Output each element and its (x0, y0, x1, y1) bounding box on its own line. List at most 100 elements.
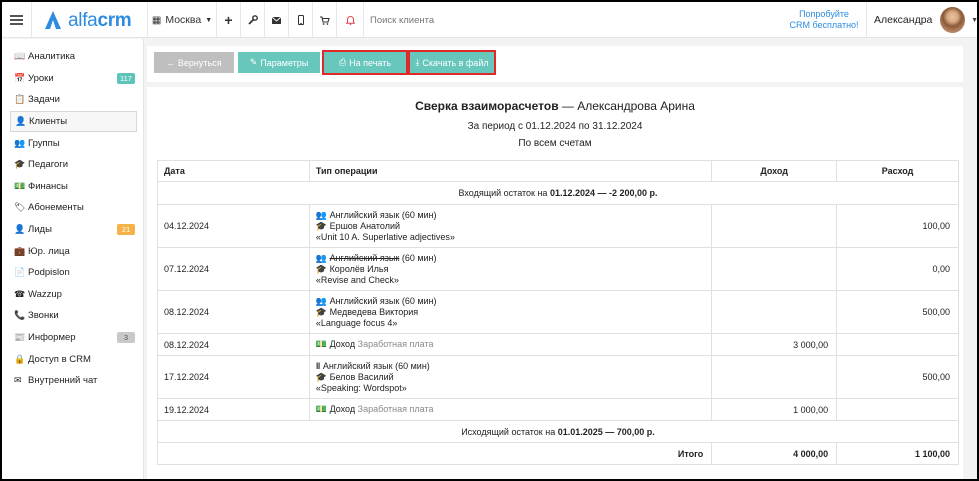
row-operation: ‖ Английский язык (60 мин) 🎓 Белов Васил… (308, 355, 713, 399)
lesson-topic: «Revise and Check» (315, 274, 399, 285)
top-bar: alfacrm ▦ Москва ▼ + Поиск клиента Попро… (2, 2, 977, 38)
sidebar-item-legal-entities[interactable]: 💼 Юр. лица (10, 240, 137, 262)
sidebar-item-crm-access[interactable]: 🔒 Доступ в CRM (10, 348, 137, 370)
sidebar-item-groups[interactable]: 👥 Группы (10, 132, 137, 154)
table-header-row: Дата Тип операции Доход Расход (157, 160, 959, 182)
chevron-down-icon: ▼ (971, 16, 978, 24)
graduation-cap-icon: 🎓 (315, 263, 328, 274)
column-header-date: Дата (157, 160, 310, 182)
download-file-button[interactable]: ⤓ Скачать в файл (408, 50, 496, 75)
teacher-name[interactable]: Королёв Илья (330, 264, 389, 274)
main-content: ← Вернуться ✎ Параметры ⎙ На печать ⤓ Ск… (145, 39, 977, 479)
tools-button[interactable] (241, 2, 265, 38)
cart-button[interactable] (313, 2, 337, 38)
phone-icon: 📞 (14, 310, 26, 321)
teacher-name[interactable]: Ершов Анатолий (330, 221, 400, 231)
lesson-topic: «Language focus 4» (315, 317, 398, 328)
lesson-name[interactable]: Английский язык (60 мин) (330, 296, 437, 306)
users-icon: 👥 (14, 137, 26, 148)
row-expense (836, 398, 959, 421)
payment-label[interactable]: Доход (330, 339, 356, 349)
plus-icon: + (224, 12, 233, 28)
parameters-label: Параметры (260, 57, 309, 68)
sidebar-item-finance[interactable]: 💵 Финансы (10, 176, 137, 198)
settlement-table: Дата Тип операции Доход Расход Входящий … (156, 160, 959, 465)
lessons-count-badge: 117 (117, 72, 135, 84)
sidebar-item-label: Юр. лица (28, 245, 70, 257)
lesson-name[interactable]: Английский язык (60 мин) (323, 361, 430, 371)
money-icon: 💵 (14, 180, 26, 191)
total-label: Итого (156, 442, 713, 465)
payment-label[interactable]: Доход (330, 404, 356, 414)
back-button[interactable]: ← Вернуться (154, 52, 234, 73)
promo-line-1: Попробуйте (799, 9, 849, 19)
client-search-input[interactable]: Поиск клиента (364, 2, 544, 38)
teacher-name[interactable]: Медведева Виктория (330, 307, 419, 317)
clipboard-icon: 📋 (14, 94, 26, 105)
row-date: 07.12.2024 (157, 247, 310, 291)
sidebar-item-analytics[interactable]: 📖 Аналитика (10, 46, 137, 68)
cart-icon (319, 15, 330, 25)
sidebar-item-clients[interactable]: 👤 Клиенты (10, 110, 137, 133)
briefcase-icon: 💼 (14, 245, 26, 256)
sms-button[interactable] (289, 2, 313, 38)
teacher-name[interactable]: Белов Василий (330, 372, 394, 382)
wrench-icon (247, 15, 258, 25)
sidebar-item-calls[interactable]: 📞 Звонки (10, 305, 137, 327)
calendar-icon: 📅 (14, 72, 26, 83)
logo[interactable]: alfacrm (42, 10, 132, 32)
opening-balance-row: Входящий остаток на 01.12.2024 — -2 200,… (157, 181, 959, 205)
row-operation: 👥 Английский язык (60 мин) 🎓 Королёв Иль… (308, 247, 713, 291)
sidebar-item-label: Абонементы (28, 202, 84, 214)
column-header-income: Доход (711, 160, 838, 182)
mail-button[interactable] (265, 2, 289, 38)
parameters-button[interactable]: ✎ Параметры (238, 52, 320, 73)
sidebar-item-informer[interactable]: 📰 Информер 3 (10, 327, 137, 349)
sidebar-item-tasks[interactable]: 📋 Задачи (10, 89, 137, 111)
sidebar-item-teachers[interactable]: 🎓 Педагоги (10, 154, 137, 176)
logo-mark-icon (42, 11, 64, 31)
lesson-topic: «Speaking: Wordspot» (315, 382, 407, 393)
closing-balance: Исходящий остаток на 01.01.2025 — 700,00… (157, 420, 959, 443)
add-button[interactable]: + (217, 2, 241, 38)
column-header-operation-type: Тип операции (308, 160, 713, 182)
sidebar-item-label: Клиенты (29, 116, 68, 128)
row-income (711, 290, 838, 334)
lock-icon: 🔒 (14, 353, 26, 364)
row-income: 3 000,00 (711, 333, 838, 356)
sidebar-item-podpislon[interactable]: 📄 Podpislon (10, 262, 137, 284)
user-menu[interactable]: Александра ▼ (868, 2, 978, 38)
group-lesson-icon: 👥 (315, 209, 328, 220)
lesson-name-cancelled[interactable]: Английский язык (330, 253, 400, 263)
row-operation: 💵 Доход Заработная плата (308, 398, 713, 421)
opening-balance: Входящий остаток на 01.12.2024 — -2 200,… (157, 181, 959, 205)
user-name: Александра (874, 14, 933, 26)
lesson-duration: (60 мин) (399, 252, 437, 263)
print-button[interactable]: ⎙ На печать (322, 50, 408, 75)
row-income (711, 204, 838, 248)
report-period: За период с 01.12.2024 по 31.12.2024 (467, 121, 643, 132)
sidebar-item-label: Внутренний чат (28, 375, 98, 387)
branch-select[interactable]: ▦ Москва ▼ (147, 2, 217, 38)
sidebar-item-label: Педагоги (28, 159, 69, 171)
app-frame: alfacrm ▦ Москва ▼ + Поиск клиента Попро… (0, 0, 979, 481)
sidebar-item-lessons[interactable]: 📅 Уроки 117 (10, 68, 137, 90)
sidebar-item-wazzup[interactable]: ☎ Wazzup (10, 284, 137, 306)
lesson-name[interactable]: Английский язык (60 мин) (330, 210, 437, 220)
row-income: 1 000,00 (711, 398, 838, 421)
sidebar-item-subscriptions[interactable]: 🏷 Абонементы (10, 197, 137, 219)
total-income: 4 000,00 (711, 442, 838, 465)
notifications-button[interactable] (337, 2, 364, 38)
sidebar-item-label: Информер (28, 332, 76, 344)
row-date: 19.12.2024 (157, 398, 310, 421)
tag-icon: 🏷 (14, 202, 26, 213)
trial-promo-link[interactable]: Попробуйте CRM бесплатно! (782, 2, 867, 38)
print-label: На печать (349, 57, 392, 68)
sidebar-item-internal-chat[interactable]: ✉ Внутренний чат (10, 370, 137, 392)
sidebar: 📖 Аналитика 📅 Уроки 117 📋 Задачи 👤 Клиен… (2, 39, 144, 479)
envelope-icon (272, 16, 281, 24)
sidebar-item-leads[interactable]: 👤 Лиды 21 (10, 219, 137, 241)
menu-toggle-button[interactable] (2, 2, 32, 38)
informer-count-badge: 3 (117, 331, 135, 343)
column-header-expense: Расход (836, 160, 959, 182)
